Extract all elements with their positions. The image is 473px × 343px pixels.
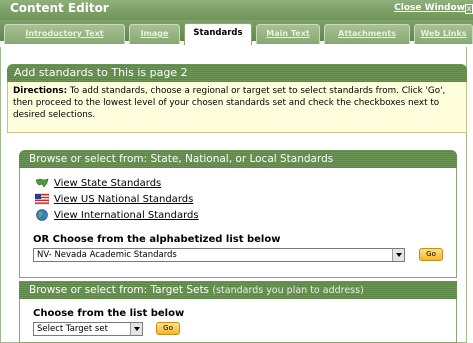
us-national-standards-label[interactable]: View US National Standards [54,194,193,205]
standards-go-button[interactable]: Go [419,248,443,261]
tab-web-links[interactable]: Web Links [414,24,473,44]
chevron-down-icon[interactable] [392,249,404,261]
state-map-icon [35,178,49,188]
international-standards-label[interactable]: View International Standards [54,210,199,221]
standards-select-value: NV- Nevada Academic Standards [37,250,177,260]
globe-icon [36,209,48,221]
window-title: Content Editor [10,1,109,15]
tab-strip: Introductory Text Image Standards Main T… [0,20,473,45]
target-sets-header: Browse or select from: Target Sets (stan… [19,281,457,299]
target-set-select-value: Select Target set [37,324,108,334]
alphabetized-list-label: OR Choose from the alphabetized list bel… [33,234,281,245]
us-flag-icon [35,193,49,205]
us-national-standards-link[interactable]: View US National Standards [35,192,193,206]
close-icon[interactable]: x [465,4,473,14]
close-window-link[interactable]: Close Window [394,3,465,13]
choose-list-label: Choose from the list below [33,308,185,319]
tab-attachments[interactable]: Attachments [324,24,410,44]
directions-label: Directions: [13,86,68,96]
target-sets-header-sub: (standards you plan to address) [212,285,364,296]
standards-select[interactable]: NV- Nevada Academic Standards [33,248,405,262]
state-standards-label[interactable]: View State Standards [54,178,161,189]
directions-text: To add standards, choose a regional or t… [13,86,446,120]
title-bar: Content Editor Close Window x [0,0,473,20]
target-sets-panel [19,299,457,343]
tab-image[interactable]: Image [129,24,180,44]
target-set-go-button[interactable]: Go [156,322,180,335]
state-standards-link[interactable]: View State Standards [35,176,161,190]
tab-standards[interactable]: Standards [184,23,252,45]
browse-standards-header: Browse or select from: State, National, … [19,150,457,168]
directions-box: Directions: To add standards, choose a r… [7,82,467,133]
chevron-down-icon[interactable] [130,323,142,335]
target-sets-header-title: Browse or select from: Target Sets [29,284,210,296]
international-standards-link[interactable]: View International Standards [35,208,199,222]
tab-introductory-text[interactable]: Introductory Text [4,24,125,44]
section-title: Add standards to This is page 2 [7,64,467,82]
target-set-select[interactable]: Select Target set [33,322,143,336]
tab-main-text[interactable]: Main Text [256,24,320,44]
